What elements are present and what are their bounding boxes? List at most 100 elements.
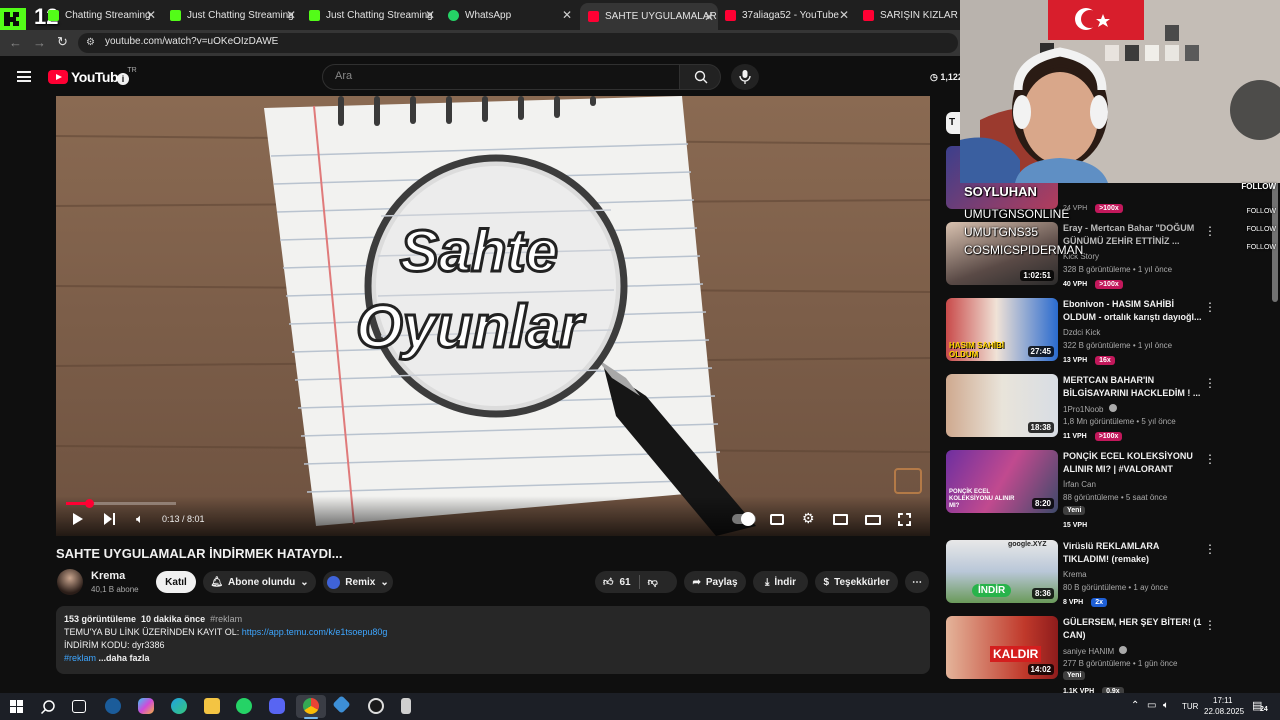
video-title[interactable]: MERTCAN BAHAR'IN BİLGİSAYARINI HACKLEDİM…	[1063, 374, 1203, 400]
more-vertical-icon[interactable]: ⋮	[1204, 542, 1216, 556]
next-icon[interactable]	[104, 513, 117, 525]
video-player[interactable]: Sahte Oyunlar 🔈︎ 0:13 / 8:01 ⚙	[56, 96, 930, 536]
browser-tab[interactable]: WhatsApp ✕	[448, 3, 576, 27]
browser-tab-active[interactable]: SAHTE UYGULAMALAR İN ✕	[580, 3, 718, 30]
obs-icon[interactable]	[368, 698, 384, 714]
description-link[interactable]: https://app.temu.com/k/e1tsoepu80g	[242, 627, 388, 637]
search-input[interactable]: Ara	[335, 70, 352, 82]
fullscreen-icon[interactable]	[898, 513, 911, 526]
channel-name[interactable]: 1Pro1Noob	[1063, 404, 1117, 414]
video-thumbnail[interactable]: KALDIR 14:02	[946, 616, 1058, 679]
more-vertical-icon[interactable]: ⋮	[1204, 452, 1216, 466]
reload-icon[interactable]: ↻	[57, 34, 68, 50]
video-duration: 18:38	[1027, 422, 1054, 433]
browser-tab[interactable]: Just Chatting Streaming ✕	[170, 3, 300, 27]
close-icon[interactable]: ✕	[146, 8, 156, 22]
vph-value: 13 VPH	[1063, 357, 1088, 364]
menu-icon[interactable]	[17, 71, 31, 82]
search-box[interactable]: Ara	[322, 64, 680, 90]
close-icon[interactable]: ✕	[286, 8, 296, 22]
clock-time[interactable]: 17:11	[1213, 696, 1232, 705]
browser-tab[interactable]: 37aliaga52 - YouTube ✕	[725, 3, 853, 27]
more-vertical-icon[interactable]: ⋮	[1204, 618, 1216, 632]
browser-tab[interactable]: SARIŞIN KIZLAR | RAP A	[863, 3, 963, 27]
info-icon[interactable]: i	[117, 73, 129, 85]
clock-date[interactable]: 22.08.2025	[1204, 707, 1244, 716]
more-vertical-icon[interactable]: ⋮	[1204, 300, 1216, 314]
channel-name[interactable]: saniye HANIM	[1063, 646, 1128, 656]
video-title[interactable]: PONÇİK ECEL KOLEKSİYONU ALINIR MI? | #VA…	[1063, 450, 1203, 476]
thumbs-down-icon[interactable]: 👎︎	[648, 576, 658, 588]
network-icon[interactable]: ▭	[1147, 700, 1156, 711]
description-tag[interactable]: #reklam	[210, 614, 242, 624]
search-icon[interactable]	[40, 699, 56, 715]
subscribed-button[interactable]: 🔔︎ Abone olundu ⌄	[203, 571, 316, 593]
voice-search-button[interactable]	[731, 64, 759, 90]
close-icon[interactable]: ✕	[425, 8, 435, 22]
windows-start-icon[interactable]	[10, 700, 23, 713]
video-thumbnail[interactable]: google.XYZ İNDİR 8:36	[946, 540, 1058, 603]
recommended-video[interactable]: PONÇİK ECEL KOLEKSİYONU ALINIR MI? 8:20 …	[946, 450, 1266, 530]
video-thumbnail[interactable]: 18:38	[946, 374, 1058, 437]
more-vertical-icon[interactable]: ⋮	[1204, 376, 1216, 390]
video-meta: 328 B görüntüleme • 1 yıl önce	[1063, 265, 1173, 274]
steam-icon[interactable]	[105, 698, 121, 714]
recommended-video[interactable]: google.XYZ İNDİR 8:36 Virüslü REKLAMLARA…	[946, 540, 1266, 610]
search-button[interactable]	[679, 64, 721, 90]
close-icon[interactable]: ✕	[562, 8, 572, 22]
close-icon[interactable]: ✕	[704, 10, 714, 24]
settings-icon[interactable]: ⚙	[802, 510, 815, 527]
video-thumbnail[interactable]: PONÇİK ECEL KOLEKSİYONU ALINIR MI? 8:20	[946, 450, 1058, 513]
network-app-icon[interactable]	[332, 695, 351, 714]
description-box[interactable]: 153 görüntüleme 10 dakika önce #reklam T…	[56, 606, 930, 674]
video-title[interactable]: GÜLERSEM, HER ŞEY BİTER! (1 CAN)	[1063, 616, 1203, 642]
description-line: İNDİRİM KODU: dyr3386	[64, 640, 165, 650]
thanks-button[interactable]: $ Teşekkürler	[815, 571, 898, 593]
miniplayer-icon[interactable]	[833, 514, 848, 525]
description-tag[interactable]: #reklam	[64, 653, 96, 663]
download-button[interactable]: ⤓ İndir	[753, 571, 808, 593]
forward-icon[interactable]: →	[33, 35, 46, 50]
channel-name[interactable]: Krema	[91, 570, 125, 582]
edge-icon[interactable]	[171, 698, 187, 714]
video-title[interactable]: Ebonivon - HASIM SAHİBİ OLDUM - ortalık …	[1063, 298, 1203, 324]
copilot-icon[interactable]	[138, 698, 154, 714]
back-icon[interactable]: ←	[9, 35, 22, 50]
play-icon[interactable]	[73, 513, 83, 525]
video-thumbnail[interactable]: HASIM SAHİBİ OLDUM 27:45	[946, 298, 1058, 361]
whatsapp-icon[interactable]	[236, 698, 252, 714]
channel-avatar[interactable]	[57, 569, 83, 595]
file-explorer-icon[interactable]	[204, 698, 220, 714]
autoplay-toggle[interactable]	[732, 512, 756, 526]
channel-name[interactable]: Dzdci Kick	[1063, 328, 1100, 337]
more-actions-button[interactable]: ⋯	[905, 571, 929, 593]
share-button[interactable]: ➦ Paylaş	[684, 571, 746, 593]
browser-tab[interactable]: Just Chatting Streaming ✕	[309, 3, 439, 27]
recommended-video[interactable]: 18:38 MERTCAN BAHAR'IN BİLGİSAYARINI HAC…	[946, 374, 1266, 444]
close-icon[interactable]: ✕	[839, 8, 849, 22]
join-button[interactable]: Katıl	[156, 571, 196, 593]
volume-icon[interactable]: 🔈︎	[136, 511, 144, 527]
recommended-video[interactable]: KALDIR 14:02 GÜLERSEM, HER ŞEY BİTER! (1…	[946, 616, 1266, 696]
progress-scrubber[interactable]	[85, 499, 94, 508]
like-button[interactable]: 👍︎ 61	[603, 576, 631, 589]
tray-chevron-icon[interactable]: ⌃	[1131, 700, 1139, 711]
subtitles-icon[interactable]	[770, 514, 784, 525]
thumbnail-text-sahte: Sahte	[399, 218, 560, 286]
browser-tab[interactable]: Chatting Streaming ✕	[48, 3, 160, 27]
chrome-icon[interactable]	[303, 698, 319, 714]
channel-name[interactable]: İrfan Can	[1063, 480, 1096, 489]
recommended-video[interactable]: HASIM SAHİBİ OLDUM 27:45 Ebonivon - HASI…	[946, 298, 1266, 368]
usb-device-icon[interactable]	[401, 698, 411, 714]
channel-name[interactable]: Krema	[1063, 570, 1087, 579]
volume-icon[interactable]: 🔈︎	[1163, 700, 1169, 711]
theater-mode-icon[interactable]	[865, 515, 881, 525]
remix-button[interactable]: Remix ⌄	[323, 571, 393, 593]
video-title[interactable]: Virüslü REKLAMLARA TIKLADIM! (remake)	[1063, 540, 1203, 566]
show-more-link[interactable]: ...daha fazla	[99, 653, 150, 663]
keyboard-language[interactable]: TUR	[1182, 702, 1198, 711]
site-info-icon[interactable]: ⚙	[86, 37, 95, 48]
discord-icon[interactable]	[269, 698, 285, 714]
sidebar-filter-chip[interactable]: T	[946, 112, 960, 134]
task-view-icon[interactable]	[72, 700, 86, 713]
